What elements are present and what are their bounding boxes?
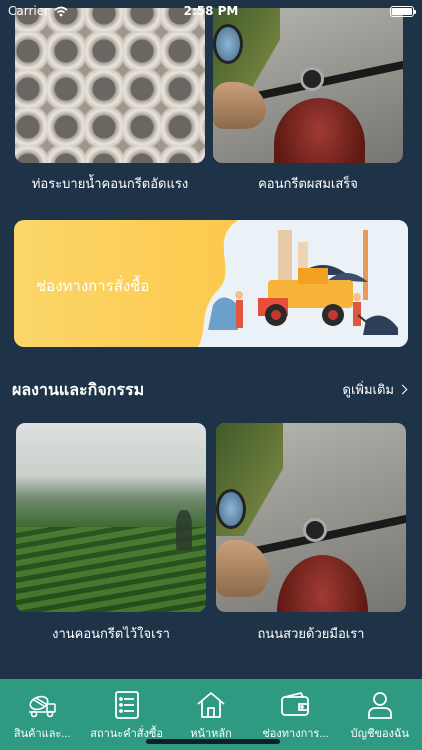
activity-caption[interactable]: งานคอนกรีตไว้ใจเรา bbox=[16, 623, 206, 644]
carrier-label: Carrier bbox=[8, 4, 50, 18]
cement-truck-icon bbox=[29, 695, 57, 718]
battery-icon bbox=[390, 5, 416, 17]
product-caption[interactable]: ท่อระบายน้ำคอนกรีตอัดแรง bbox=[15, 173, 205, 194]
tab-label: สินค้าและ... bbox=[13, 728, 71, 740]
order-list-icon bbox=[114, 691, 139, 719]
battery-fill bbox=[392, 7, 412, 15]
activity-image-road[interactable] bbox=[216, 423, 406, 612]
tab-my-account[interactable]: บัญชีของฉัน bbox=[338, 679, 422, 750]
status-left: Carrier bbox=[8, 4, 68, 18]
home-indicator[interactable] bbox=[146, 739, 280, 744]
see-more-link[interactable]: ดูเพิ่มเติม bbox=[342, 379, 408, 400]
image-mirror bbox=[213, 23, 243, 64]
section-title-activities: ผลงานและกิจกรรม bbox=[12, 382, 145, 399]
image-mirror bbox=[216, 489, 246, 530]
status-bar: Carrier 2:58 PM bbox=[0, 0, 422, 22]
chevron-right-icon bbox=[397, 384, 408, 395]
product-caption[interactable]: คอนกรีตผสมเสร็จ bbox=[213, 173, 403, 194]
image-tank bbox=[276, 555, 368, 612]
activity-caption[interactable]: ถนนสวยด้วยมือเรา bbox=[216, 623, 406, 644]
wifi-icon bbox=[54, 6, 68, 16]
tab-products[interactable]: สินค้าและ... bbox=[0, 679, 84, 750]
image-gauge bbox=[300, 66, 325, 91]
banner-illustration bbox=[198, 220, 408, 347]
user-icon bbox=[367, 692, 392, 719]
product-image-ready-mix[interactable] bbox=[213, 8, 403, 163]
image-person bbox=[175, 509, 192, 550]
home-icon bbox=[197, 692, 225, 718]
wallet-icon bbox=[281, 691, 310, 716]
tab-label: บัญชีของฉัน bbox=[350, 728, 409, 740]
banner-title: ช่องทางการสั่งซื้อ bbox=[36, 278, 150, 295]
image-gauge bbox=[303, 517, 328, 542]
product-image-concrete-pipes[interactable] bbox=[15, 8, 205, 163]
see-more-label: ดูเพิ่มเติม bbox=[342, 382, 394, 397]
order-channel-banner[interactable]: ช่องทางการสั่งซื้อ bbox=[14, 220, 408, 347]
image-tank bbox=[273, 97, 365, 163]
activity-image-tea-plantation[interactable] bbox=[16, 423, 206, 612]
